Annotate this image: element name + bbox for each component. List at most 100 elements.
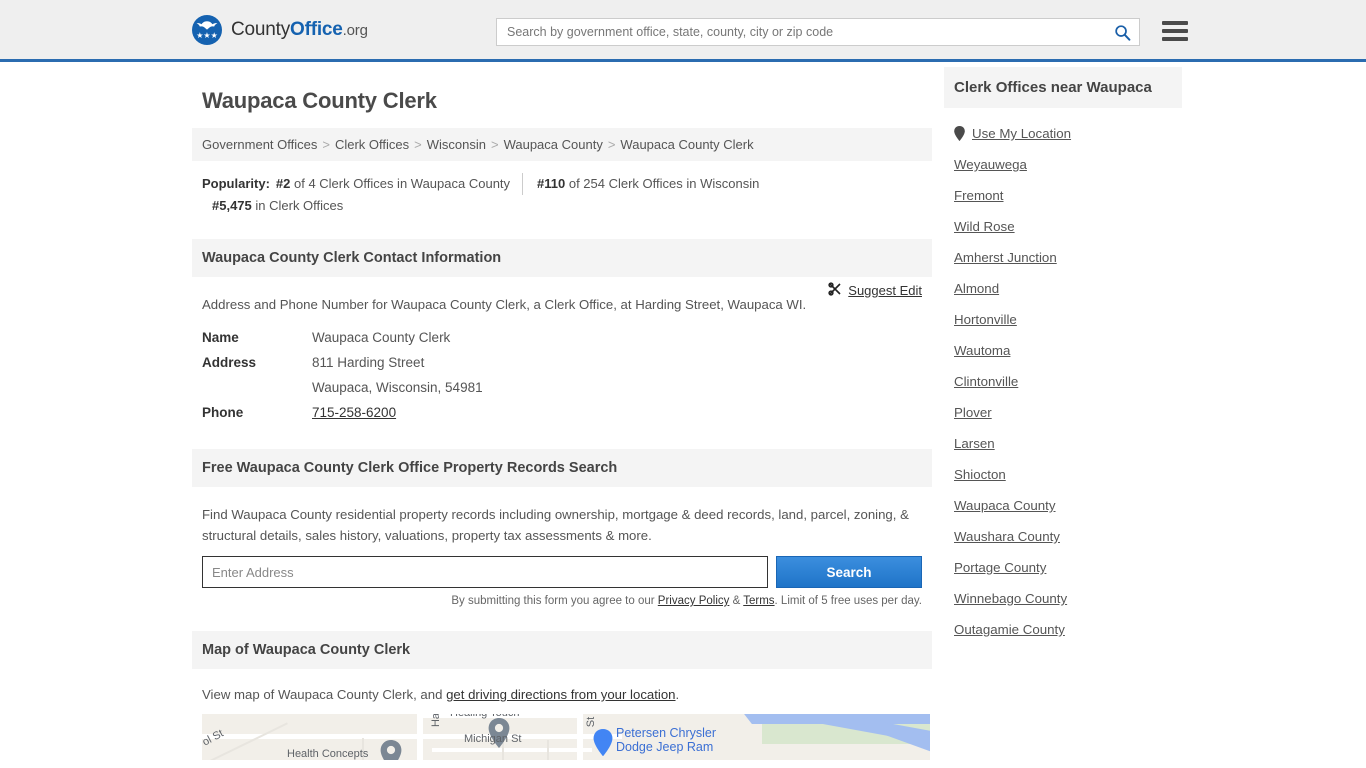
map-business-pin[interactable] (593, 729, 613, 757)
edit-pencil-icon (828, 282, 842, 299)
site-logo[interactable]: ★★★ CountyOffice.org (192, 14, 368, 45)
sidebar-item-label[interactable]: Outagamie County (954, 622, 1065, 637)
map-marker-pin[interactable] (380, 740, 402, 760)
search-box[interactable] (496, 18, 1140, 46)
popularity-label: Popularity: (202, 176, 270, 191)
sidebar-item[interactable]: Larsen (944, 428, 1182, 459)
sidebar-item-label[interactable]: Larsen (954, 436, 995, 451)
sidebar-item-label[interactable]: Wild Rose (954, 219, 1015, 234)
breadcrumb-item[interactable]: Waupaca County (504, 137, 603, 152)
sidebar-item-label[interactable]: Waupaca County (954, 498, 1056, 513)
disclaimer-prefix: By submitting this form you agree to our (451, 595, 658, 607)
use-my-location-link[interactable]: Use My Location (972, 126, 1071, 141)
popularity-rank: #110 (537, 176, 566, 191)
breadcrumb-item[interactable]: Clerk Offices (335, 137, 409, 152)
sidebar-item-label[interactable]: Hortonville (954, 312, 1017, 327)
address-input[interactable] (202, 556, 768, 588)
sidebar-item[interactable]: Clintonville (944, 366, 1182, 397)
contact-section-body: Address and Phone Number for Waupaca Cou… (192, 277, 932, 435)
sidebar-item-label[interactable]: Fremont (954, 188, 1004, 203)
driving-directions-link[interactable]: get driving directions from your locatio… (446, 687, 675, 702)
site-header: ★★★ CountyOffice.org (0, 0, 1366, 62)
phone-link[interactable]: 715-258-6200 (312, 405, 396, 420)
popularity-rank: #5,475 (212, 198, 252, 213)
map-description: View map of Waupaca County Clerk, and ge… (202, 687, 922, 702)
map-label: Dodge Jeep Ram (616, 740, 714, 754)
hamburger-bar (1162, 37, 1188, 41)
contact-key: Name (202, 330, 239, 345)
sidebar-item-label[interactable]: Weyauwega (954, 157, 1027, 172)
suggest-edit-label[interactable]: Suggest Edit (848, 283, 922, 298)
suggest-edit-button[interactable]: Suggest Edit (828, 282, 922, 299)
contact-key: Address (202, 355, 257, 370)
sidebar-item-label[interactable]: Wautoma (954, 343, 1010, 358)
popularity-rest: of 4 Clerk Offices in Waupaca County (290, 176, 511, 191)
sidebar-item[interactable]: Wild Rose (944, 211, 1182, 242)
property-search-description: Find Waupaca County residential property… (202, 507, 909, 543)
breadcrumb-separator: > (607, 137, 616, 152)
sidebar-item[interactable]: Waushara County (944, 521, 1182, 552)
sidebar-item[interactable]: Portage County (944, 552, 1182, 583)
contact-value: Waupaca, Wisconsin, 54981 (312, 380, 483, 395)
map-section-heading: Map of Waupaca County Clerk (192, 631, 932, 669)
privacy-policy-link[interactable]: Privacy Policy (658, 595, 730, 607)
popularity-rest: of 254 Clerk Offices in Wisconsin (565, 176, 760, 191)
sidebar-item-label[interactable]: Portage County (954, 560, 1046, 575)
contact-table: Name Waupaca County Clerk Address 811 Ha… (202, 325, 922, 425)
sidebar-list: Use My Location Weyauwega Fremont Wild Ros… (944, 108, 1182, 645)
sidebar-item[interactable]: Almond (944, 273, 1182, 304)
sidebar-item[interactable]: Hortonville (944, 304, 1182, 335)
sidebar-item[interactable]: Amherst Junction (944, 242, 1182, 273)
breadcrumb: Government Offices > Clerk Offices > Wiscons… (192, 128, 932, 161)
sidebar-item[interactable]: Winnebago County (944, 583, 1182, 614)
breadcrumb-separator: > (414, 137, 422, 152)
sidebar-item[interactable]: Plover (944, 397, 1182, 428)
logo-text-county: County (231, 18, 291, 40)
contact-value-phone: 715-258-6200 (312, 400, 922, 425)
contact-value: 811 Harding Street (312, 355, 425, 370)
map-label: Ha (430, 714, 443, 728)
hamburger-bar (1162, 29, 1188, 33)
sidebar-item[interactable]: Fremont (944, 180, 1182, 211)
sidebar-item-label[interactable]: Winnebago County (954, 591, 1067, 606)
header-search (496, 18, 1140, 46)
map-text-prefix: View map of Waupaca County Clerk, and (202, 687, 447, 702)
sidebar-item-label[interactable]: Waushara County (954, 529, 1060, 544)
breadcrumb-item[interactable]: Government Offices (202, 137, 317, 152)
map-text-suffix: . (675, 687, 680, 702)
sidebar-item[interactable]: Outagamie County (944, 614, 1182, 645)
sidebar-item-label[interactable]: Plover (954, 405, 992, 420)
sidebar-item-label[interactable]: Almond (954, 281, 999, 296)
property-search-body: Find Waupaca County residential property… (192, 487, 932, 617)
contact-key: Phone (202, 405, 244, 420)
sidebar-item-use-my-location[interactable]: Use My Location (944, 118, 1182, 149)
hamburger-menu-icon[interactable] (1162, 19, 1188, 43)
contact-description: Address and Phone Number for Waupaca Cou… (202, 297, 807, 312)
sidebar-item-label[interactable]: Shiocton (954, 467, 1006, 482)
map-label: Healing Touch (450, 714, 520, 719)
sidebar-item[interactable]: Wautoma (944, 335, 1182, 366)
contact-section-heading: Waupaca County Clerk Contact Information (192, 239, 932, 277)
sidebar-item-label[interactable]: Amherst Junction (954, 250, 1057, 265)
breadcrumb-item[interactable]: Wisconsin (427, 137, 486, 152)
search-icon[interactable] (1113, 23, 1131, 41)
search-input[interactable] (505, 24, 1113, 40)
table-row: Address 811 Harding Street (202, 350, 922, 375)
map-embed[interactable]: Michigan St Ha St ol St Healing Touch Health … (202, 714, 930, 760)
page-title: Waupaca County Clerk (202, 88, 437, 113)
sidebar-item-label[interactable]: Clintonville (954, 374, 1018, 389)
map-label: Petersen Chrysler (616, 726, 717, 740)
contact-key (202, 375, 312, 400)
sidebar-item[interactable]: Weyauwega (944, 149, 1182, 180)
property-search-button[interactable]: Search (776, 556, 922, 588)
breadcrumb-item: Waupaca County Clerk (620, 137, 754, 152)
property-search-heading: Free Waupaca County Clerk Office Propert… (192, 449, 932, 487)
terms-link[interactable]: Terms (743, 595, 774, 607)
popularity-block: Popularity: #2 of 4 Clerk Offices in Waup… (192, 161, 932, 225)
sidebar-item[interactable]: Shiocton (944, 459, 1182, 490)
property-search-form: Search (202, 556, 922, 588)
sidebar-item[interactable]: Waupaca County (944, 490, 1182, 521)
popularity-item: #110 of 254 Clerk Offices in Wisconsin (522, 173, 771, 195)
map-road-minor (547, 740, 549, 760)
main-column: Waupaca County Clerk Government Offices >… (192, 62, 932, 768)
